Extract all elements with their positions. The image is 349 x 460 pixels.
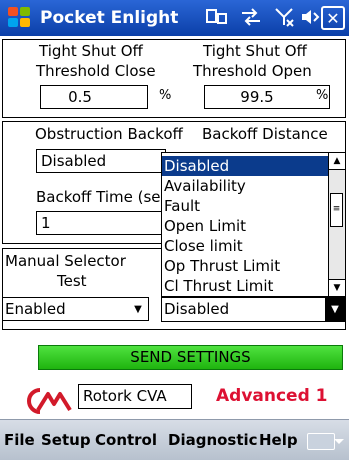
- manual-selector-label-line1: Manual Selector: [5, 252, 126, 270]
- obstruction-backoff-label: Obstruction Backoff: [35, 125, 183, 143]
- dropdown-item-close-limit[interactable]: Close limit: [164, 236, 243, 256]
- chevron-down-icon[interactable]: ▼: [128, 298, 148, 320]
- signal-off-icon[interactable]: [274, 7, 296, 31]
- dropdown-scrollbar[interactable]: ▲ ≡ ▼: [328, 153, 345, 296]
- keyboard-icon[interactable]: [307, 433, 344, 450]
- backoff-time-label: Backoff Time (se: [36, 188, 161, 206]
- windows-start-icon[interactable]: [8, 7, 32, 29]
- backoff-time-input[interactable]: 1: [36, 211, 166, 235]
- menu-control[interactable]: Control: [95, 431, 157, 449]
- scroll-down-icon[interactable]: ▼: [329, 279, 345, 296]
- menu-file[interactable]: File: [4, 431, 35, 449]
- threshold-close-input[interactable]: 0.5: [40, 85, 148, 109]
- obstruction-backoff-select[interactable]: Disabled: [36, 149, 166, 173]
- volume-icon[interactable]: [300, 7, 320, 31]
- mode-label: Advanced 1: [216, 386, 328, 406]
- manual-selector-label-line2: Test: [57, 272, 87, 290]
- close-button[interactable]: ✕: [321, 6, 345, 30]
- menu-diagnostic[interactable]: Diagnostic: [168, 431, 258, 449]
- connectivity-icon[interactable]: [206, 7, 228, 31]
- threshold-close-label-line1: Tight Shut Off: [39, 42, 143, 60]
- sync-icon[interactable]: [240, 7, 262, 31]
- scroll-thumb[interactable]: ≡: [330, 193, 343, 227]
- dropdown-item-cl-thrust-limit[interactable]: Cl Thrust Limit: [164, 276, 273, 296]
- threshold-open-label-line1: Tight Shut Off: [203, 42, 307, 60]
- dropdown-item-op-thrust-limit[interactable]: Op Thrust Limit: [164, 256, 280, 276]
- threshold-close-unit: %: [159, 88, 172, 103]
- rotork-logo: [26, 384, 74, 418]
- manual-selector-select[interactable]: Enabled ▼: [2, 297, 149, 321]
- dropdown-item-disabled[interactable]: Disabled: [162, 156, 328, 176]
- title-bar: Pocket Enlight ✕: [0, 0, 349, 36]
- threshold-close-label-line2: Threshold Close: [36, 62, 156, 80]
- dropdown-item-availability[interactable]: Availability: [164, 176, 246, 196]
- menu-setup[interactable]: Setup: [41, 431, 91, 449]
- relay-dropdown-list[interactable]: Disabled Availability Fault Open Limit C…: [161, 152, 346, 297]
- threshold-open-input[interactable]: 99.5: [204, 85, 330, 109]
- threshold-panel: Tight Shut Off Threshold Close Tight Shu…: [2, 39, 346, 118]
- send-settings-button[interactable]: SEND SETTINGS: [38, 345, 343, 370]
- threshold-open-unit: %: [316, 88, 329, 103]
- brand-field: Rotork CVA: [78, 384, 192, 409]
- menu-bar: File Setup Control Diagnostic Help: [0, 419, 349, 460]
- threshold-open-label-line2: Threshold Open: [193, 62, 312, 80]
- relay-select[interactable]: Disabled ▼: [161, 297, 346, 322]
- app-title: Pocket Enlight: [40, 8, 179, 28]
- scroll-up-icon[interactable]: ▲: [329, 153, 345, 170]
- chevron-down-icon[interactable]: ▼: [325, 298, 345, 321]
- backoff-distance-label: Backoff Distance: [202, 125, 328, 143]
- menu-help[interactable]: Help: [259, 431, 298, 449]
- dropdown-item-fault[interactable]: Fault: [164, 196, 200, 216]
- dropdown-item-open-limit[interactable]: Open Limit: [164, 216, 246, 236]
